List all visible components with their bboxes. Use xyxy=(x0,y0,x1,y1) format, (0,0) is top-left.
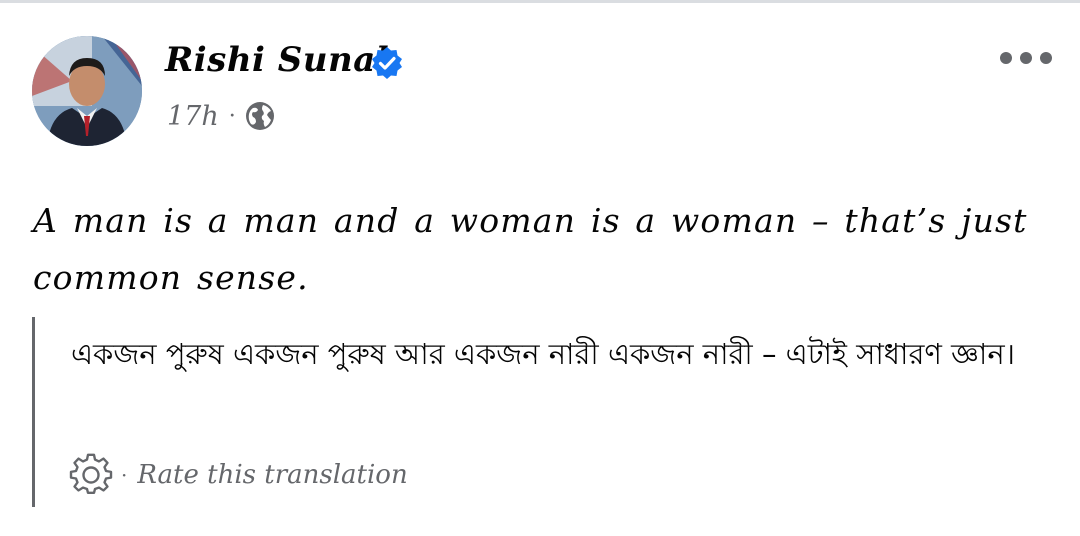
meta-separator: · xyxy=(228,103,236,129)
avatar[interactable] xyxy=(32,36,142,146)
more-dot xyxy=(1040,52,1052,64)
post-meta: 17h · xyxy=(167,96,276,136)
rate-separator: · xyxy=(121,463,128,487)
more-dot xyxy=(1000,52,1012,64)
post-text: A man is a man and a woman is a woman – … xyxy=(33,201,1028,297)
rate-translation-link[interactable]: Rate this translation xyxy=(137,460,407,490)
post-timestamp[interactable]: 17h xyxy=(167,101,219,132)
globe-icon[interactable] xyxy=(244,100,276,132)
more-options-button[interactable] xyxy=(1000,46,1052,70)
facebook-post: Rishi Sunak 17h · A man is a man and a w… xyxy=(0,0,1080,536)
verified-badge-icon xyxy=(372,47,402,79)
author-name[interactable]: Rishi Sunak xyxy=(165,36,400,84)
gear-icon[interactable] xyxy=(69,453,113,497)
translation-block: একজন পুরুষ একজন পুরুষ আর একজন নারী একজন … xyxy=(32,317,1045,507)
avatar-image xyxy=(32,36,142,146)
translated-text: একজন পুরুষ একজন পুরুষ আর একজন নারী একজন … xyxy=(71,337,1016,371)
rate-translation-row: · Rate this translation xyxy=(69,453,408,497)
more-dot xyxy=(1020,52,1032,64)
